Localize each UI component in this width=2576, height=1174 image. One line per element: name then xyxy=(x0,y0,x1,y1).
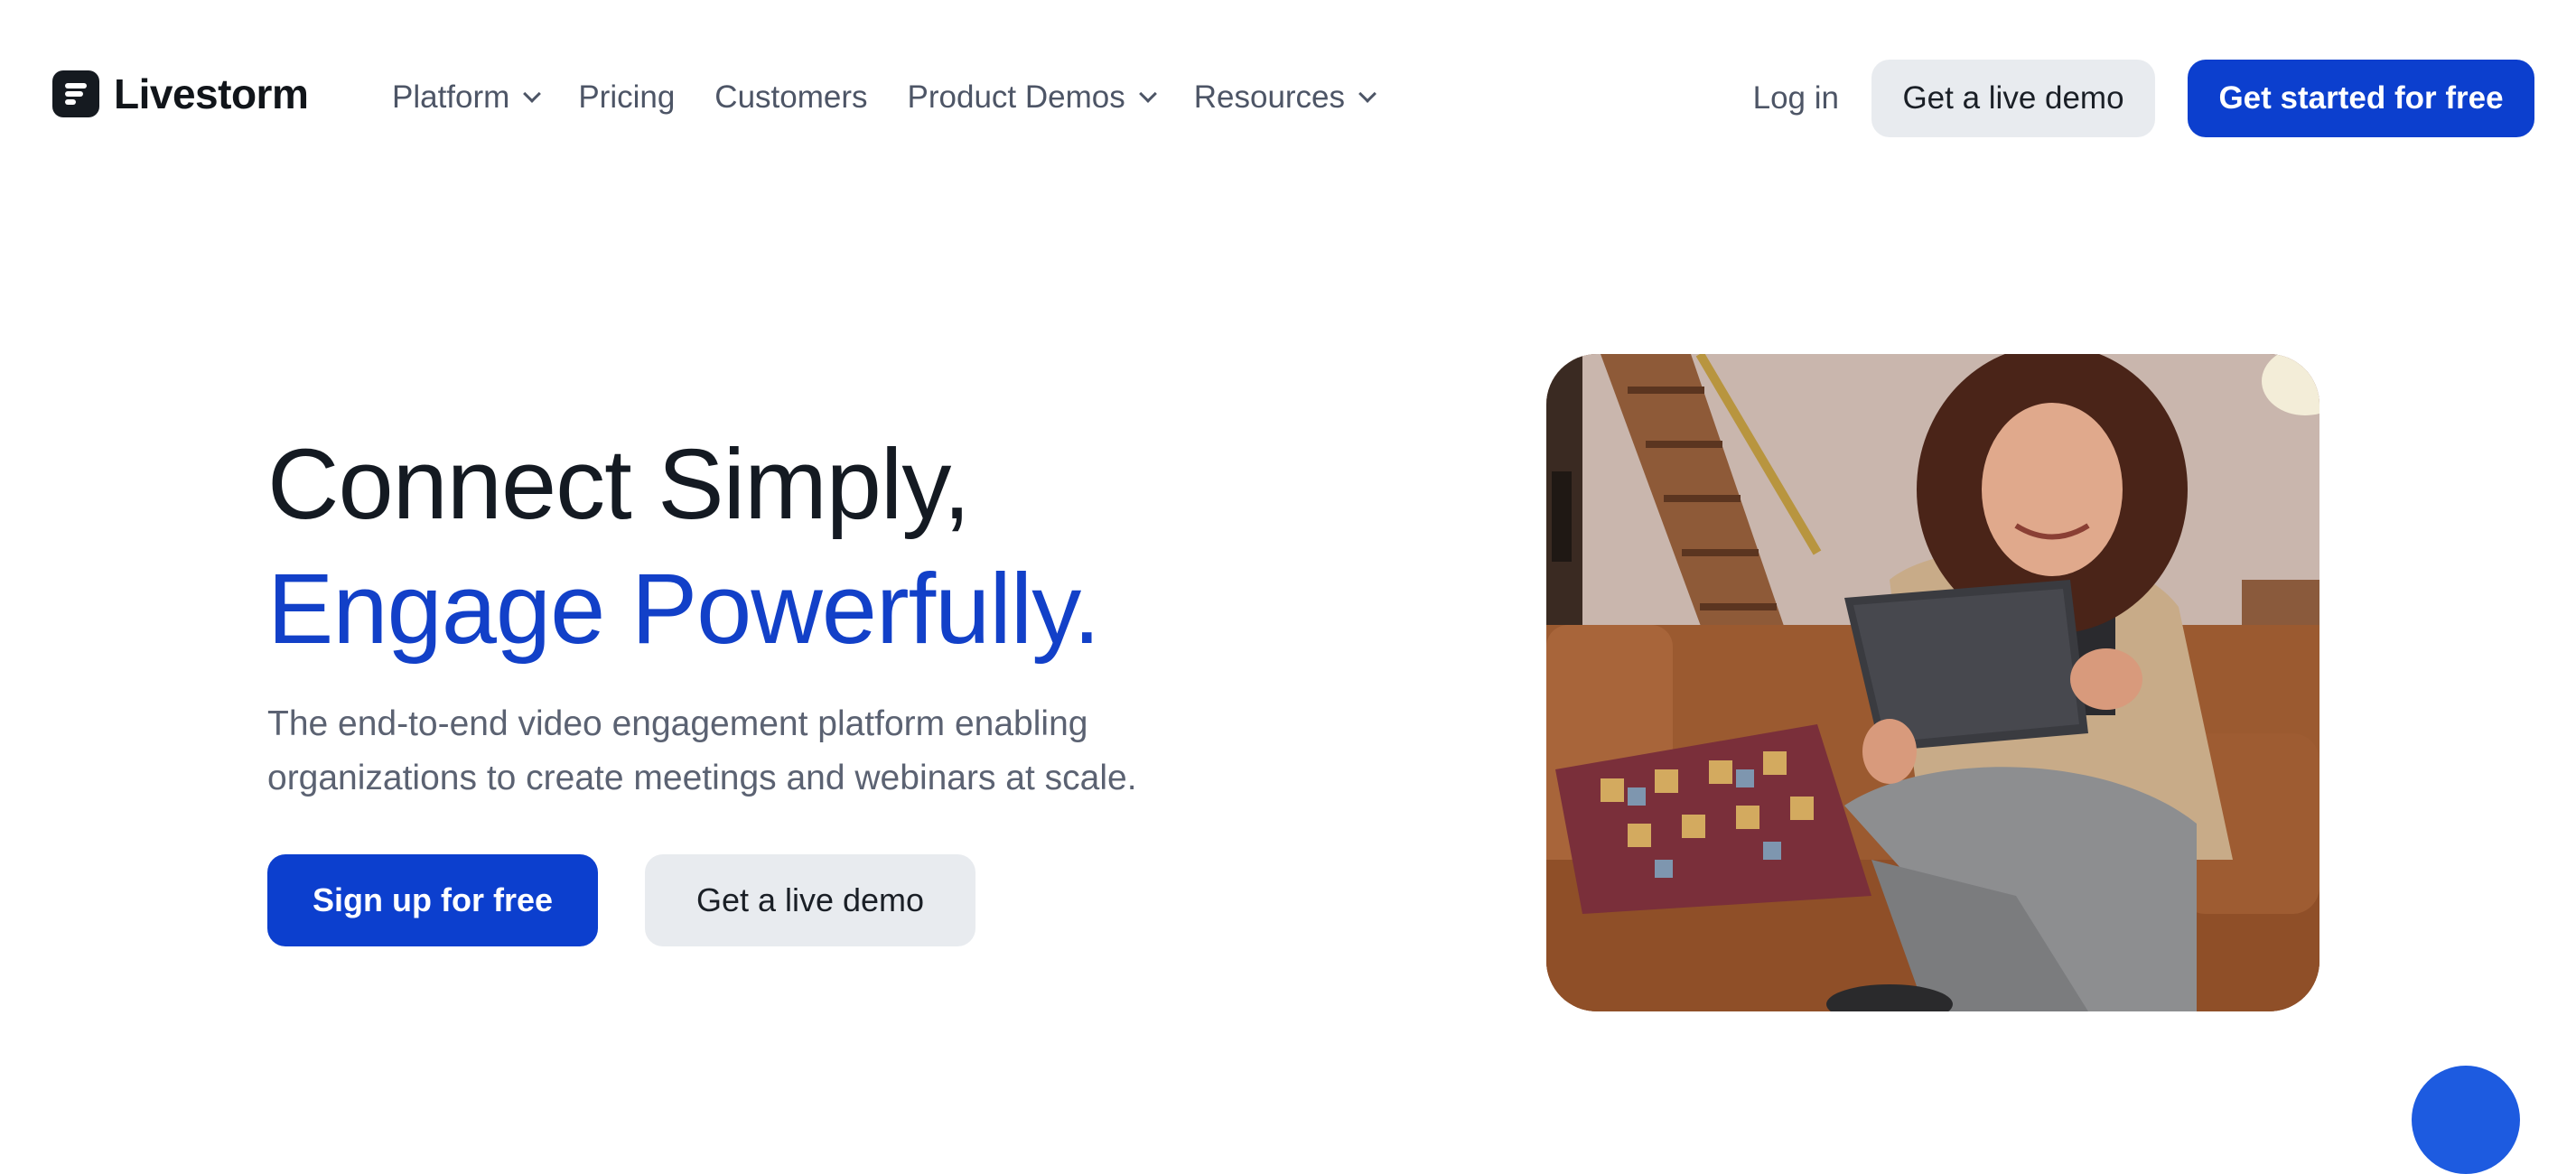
hero-demo-button[interactable]: Get a live demo xyxy=(645,854,975,946)
nav-item-label: Product Demos xyxy=(907,79,1125,115)
signup-button[interactable]: Sign up for free xyxy=(267,854,598,946)
site-header: Livestorm Platform Pricing Customers Pro… xyxy=(0,0,2576,195)
header-demo-button[interactable]: Get a live demo xyxy=(1871,60,2155,137)
logo[interactable]: Livestorm xyxy=(52,67,309,121)
livestorm-logo-icon xyxy=(52,70,99,117)
chat-bubble-icon[interactable] xyxy=(2412,1066,2520,1174)
nav-item-label: Customers xyxy=(714,79,868,115)
main-nav: Platform Pricing Customers Product Demos… xyxy=(392,72,1414,123)
header-actions: Log in Get a live demo Get started for f… xyxy=(1753,60,2534,137)
hero-title-line2: Engage Powerfully. xyxy=(267,554,1101,665)
login-link[interactable]: Log in xyxy=(1753,80,1839,116)
woman-with-tablet-illustration xyxy=(1546,354,2319,1011)
nav-item-pricing[interactable]: Pricing xyxy=(578,79,675,116)
chevron-down-icon xyxy=(1138,85,1157,103)
nav-item-platform[interactable]: Platform xyxy=(392,79,542,116)
hero-title: Connect Simply, Engage Powerfully. xyxy=(267,423,1101,672)
hero-title-line1: Connect Simply, xyxy=(267,429,971,540)
nav-item-label: Platform xyxy=(392,79,510,115)
chevron-down-icon xyxy=(523,85,542,103)
nav-item-label: Resources xyxy=(1193,79,1346,115)
hero-image xyxy=(1546,354,2319,1011)
logo-text: Livestorm xyxy=(114,70,309,117)
nav-item-label: Pricing xyxy=(578,79,676,115)
get-started-button[interactable]: Get started for free xyxy=(2188,60,2534,137)
hero-cta-group: Sign up for free Get a live demo xyxy=(267,854,975,946)
chevron-down-icon xyxy=(1358,85,1377,103)
nav-item-product-demos[interactable]: Product Demos xyxy=(907,79,1157,116)
hero-subtitle: The end-to-end video engagement platform… xyxy=(267,704,1137,797)
nav-item-resources[interactable]: Resources xyxy=(1193,79,1377,116)
nav-item-customers[interactable]: Customers xyxy=(714,79,867,116)
